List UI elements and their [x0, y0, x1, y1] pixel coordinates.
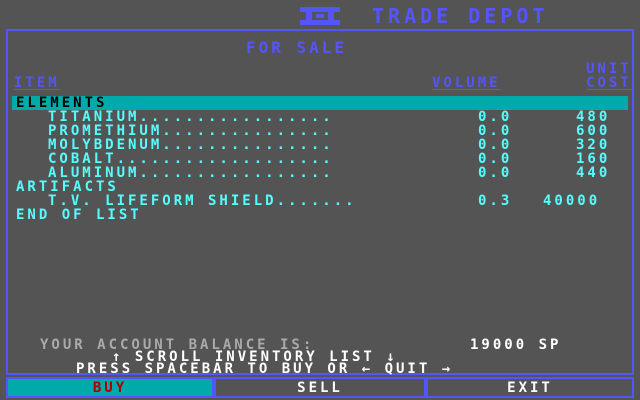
- cost-titanium: 480: [576, 109, 611, 125]
- panel-heading: FOR SALE: [246, 38, 348, 57]
- exit-button[interactable]: EXIT: [426, 377, 634, 398]
- category-elements[interactable]: ELEMENTS: [16, 96, 107, 110]
- cost-promethium: 600: [576, 123, 611, 139]
- sell-button[interactable]: SELL: [214, 377, 426, 398]
- interstel-logo-icon: [300, 7, 340, 25]
- inventory-row-lifeform-shield[interactable]: T.V. LIFEFORM SHIELD.......: [48, 194, 357, 208]
- inventory-row-titanium[interactable]: TITANIUM.................: [48, 110, 334, 124]
- volume-lifeform-shield: 0.3: [478, 193, 513, 209]
- volume-cobalt: 0.0: [478, 151, 513, 167]
- inventory-row-promethium[interactable]: PROMETHIUM...............: [48, 124, 334, 138]
- column-header-item: ITEM: [14, 75, 60, 91]
- balance-value: 19000 SP: [470, 337, 562, 353]
- volume-molybdenum: 0.0: [478, 137, 513, 153]
- category-artifacts[interactable]: ARTIFACTS: [16, 180, 119, 194]
- inventory-row-aluminum[interactable]: ALUMINUM.................: [48, 166, 334, 180]
- column-header-cost: COST: [586, 75, 632, 91]
- cost-lifeform-shield: 40000: [543, 193, 601, 209]
- column-header-volume: VOLUME: [432, 75, 501, 91]
- inventory-row-molybdenum[interactable]: MOLYBDENUM...............: [48, 138, 334, 152]
- inventory-row-cobalt[interactable]: COBALT...................: [48, 152, 334, 166]
- screen-title: TRADE DEPOT: [372, 4, 549, 28]
- action-hint: PRESS SPACEBAR TO BUY OR ← QUIT →: [76, 361, 454, 377]
- buy-button[interactable]: BUY: [6, 377, 214, 398]
- volume-aluminum: 0.0: [478, 165, 513, 181]
- volume-titanium: 0.0: [478, 109, 513, 125]
- end-of-list: END OF LIST: [16, 207, 142, 223]
- volume-promethium: 0.0: [478, 123, 513, 139]
- cost-aluminum: 440: [576, 165, 611, 181]
- cost-molybdenum: 320: [576, 137, 611, 153]
- column-header-unit: UNIT: [586, 61, 632, 77]
- cost-cobalt: 160: [576, 151, 611, 167]
